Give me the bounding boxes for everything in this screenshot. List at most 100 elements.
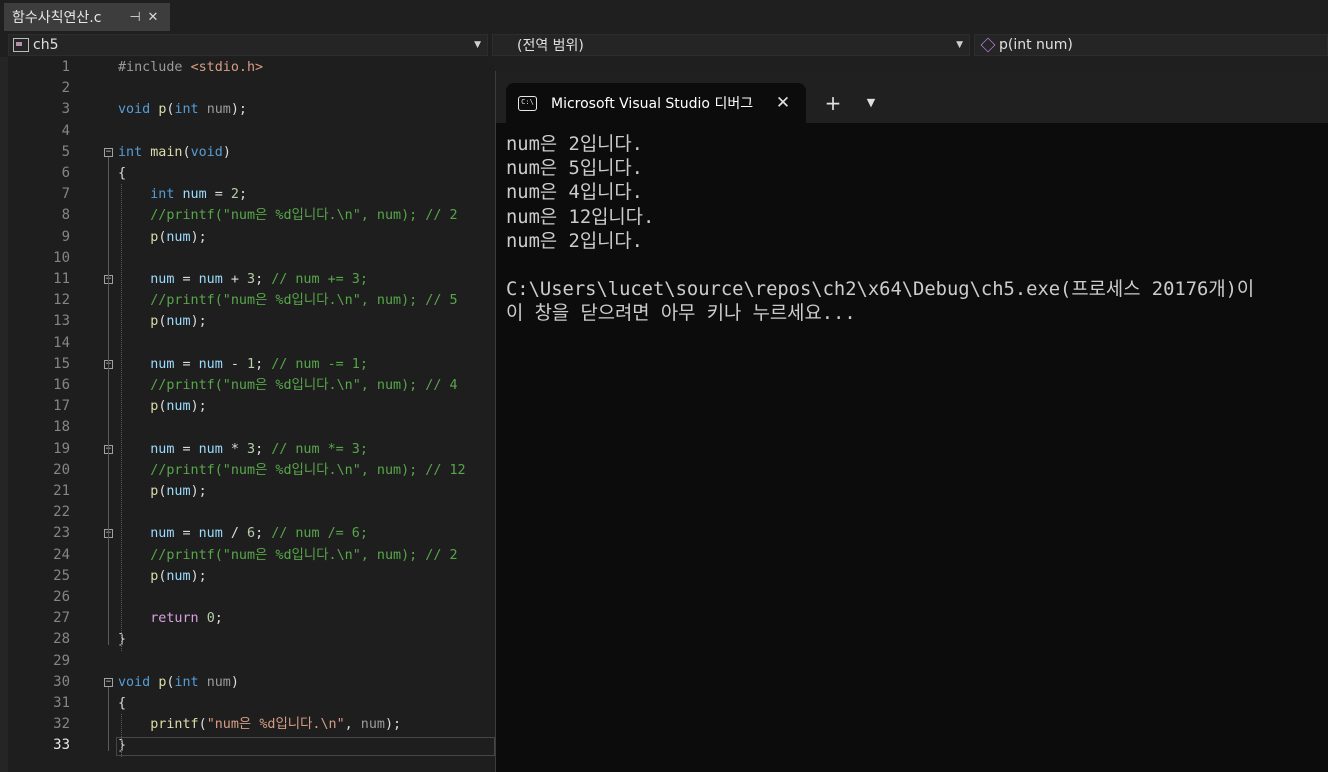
code-text: //printf("num은 %d입니다.\n", num); // 5 [118, 290, 457, 311]
member-dropdown[interactable]: p(int num) [974, 34, 1328, 56]
code-line[interactable]: 12 //printf("num은 %d입니다.\n", num); // 5 [8, 290, 495, 311]
code-token: , [344, 717, 361, 733]
code-line[interactable]: 13 p(num); [8, 311, 495, 332]
console-tab-title: Microsoft Visual Studio 디버그 [551, 96, 754, 112]
code-token: num [150, 441, 175, 457]
console-window[interactable]: C:\ Microsoft Visual Studio 디버그 ✕ + ▼ nu… [495, 71, 1328, 772]
code-token: void [118, 674, 159, 690]
code-line[interactable]: 26 [8, 587, 495, 608]
project-dropdown[interactable]: ch5 ▼ [8, 34, 488, 56]
code-token: <stdio.h> [190, 60, 264, 75]
code-line[interactable]: 21 p(num); [8, 481, 495, 502]
code-token: main [150, 144, 183, 160]
code-token: ; [214, 611, 223, 627]
pin-icon[interactable]: ⊣ [126, 10, 144, 25]
fold-rail [108, 687, 109, 751]
cube-icon [980, 37, 996, 53]
code-line[interactable]: 29 [8, 651, 495, 672]
close-icon[interactable]: ✕ [770, 93, 796, 113]
line-number: 18 [53, 419, 70, 436]
console-output-line: num은 4입니다. [506, 182, 643, 204]
document-tab[interactable]: 함수사칙연산.c ⊣ ✕ [4, 3, 170, 31]
line-number: 16 [53, 377, 70, 393]
code-token: ); [384, 717, 402, 733]
code-line[interactable]: 14 [8, 333, 495, 354]
code-line[interactable]: 11− num = num + 3; // num += 3; [8, 269, 495, 290]
code-line[interactable]: 25 p(num); [8, 566, 495, 587]
code-line[interactable]: 2 [8, 78, 495, 99]
line-number: 20 [53, 461, 70, 478]
code-line[interactable]: 16 //printf("num은 %d입니다.\n", num); // 4 [8, 375, 495, 396]
code-token: ); [190, 484, 207, 499]
code-line[interactable]: 30 − void p(int num) [8, 672, 495, 693]
code-line[interactable]: 15− num = num - 1; // num -= 1; [8, 354, 495, 375]
code-token: = [174, 441, 199, 457]
code-text: printf("num은 %d입니다.\n", num); [118, 714, 401, 735]
code-token: 3 [247, 441, 256, 457]
line-number: 11 [53, 271, 70, 287]
console-tab[interactable]: C:\ Microsoft Visual Studio 디버그 ✕ [506, 83, 806, 123]
code-line[interactable]: 27 return 0; [8, 608, 495, 629]
code-token: { [118, 696, 127, 711]
code-line[interactable]: 23− num = num / 6; // num /= 6; [8, 523, 495, 544]
member-name: p(int num) [999, 37, 1073, 53]
line-number: 26 [53, 589, 70, 605]
collapse-icon[interactable]: − [104, 147, 113, 157]
code-text: #include <stdio.h> [118, 57, 263, 78]
line-number: 15 [53, 355, 70, 372]
code-text: //printf("num은 %d입니다.\n", num); // 2 [118, 545, 457, 566]
scope-name: (전역 범위) [517, 38, 584, 54]
console-output-line: num은 12입니다. [506, 206, 655, 228]
code-line[interactable]: 1 #include <stdio.h> [8, 57, 495, 78]
code-line[interactable]: 19− num = num * 3; // num *= 3; [8, 439, 495, 460]
code-line[interactable]: 3 void p(int num); [8, 99, 495, 120]
code-line[interactable]: 6{ [8, 163, 495, 184]
code-token: num [198, 356, 223, 372]
code-token: num [166, 484, 191, 499]
line-number: 23 [53, 525, 70, 542]
code-line[interactable]: 9 p(num); [8, 227, 495, 248]
current-line-highlight [116, 737, 495, 756]
code-line[interactable]: 31 { [8, 693, 495, 714]
code-line[interactable]: 8 //printf("num은 %d입니다.\n", num); // 2 [8, 205, 495, 226]
close-icon[interactable]: ✕ [144, 10, 162, 25]
code-token: num [182, 187, 207, 203]
code-text: //printf("num은 %d입니다.\n", num); // 2 [118, 205, 457, 226]
code-token: // num *= 3; [271, 441, 368, 457]
code-text: //printf("num은 %d입니다.\n", num); // 4 [118, 375, 457, 396]
code-text: p(num); [118, 566, 206, 587]
code-token: int [118, 144, 151, 160]
scope-dropdown[interactable]: (전역 범위) ▼ [492, 34, 970, 56]
line-number: 4 [61, 122, 70, 139]
line-number: 29 [53, 652, 70, 669]
plus-icon[interactable]: + [821, 91, 845, 115]
code-token: #include [118, 60, 191, 75]
code-line[interactable]: 5 − int main(void) [8, 142, 495, 163]
code-token: * [222, 441, 247, 457]
code-line[interactable]: 24 //printf("num은 %d입니다.\n", num); // 2 [8, 545, 495, 566]
chevron-down-icon[interactable]: ▼ [859, 91, 883, 115]
line-number: 21 [53, 483, 70, 499]
code-token: ; [255, 526, 272, 542]
line-number: 14 [53, 334, 70, 351]
code-line[interactable]: 22 [8, 502, 495, 523]
code-line[interactable]: 32 printf("num은 %d입니다.\n", num); [8, 714, 495, 735]
code-token: num [166, 568, 191, 584]
code-line[interactable]: 10 [8, 248, 495, 269]
code-token: ); [190, 399, 207, 415]
code-line[interactable]: 18 [8, 417, 495, 438]
collapse-icon[interactable]: − [104, 677, 113, 687]
code-line[interactable]: 7 int num = 2; [8, 184, 495, 205]
code-token: num [150, 526, 175, 542]
code-line[interactable]: 17 p(num); [8, 396, 495, 417]
code-editor[interactable]: 1 #include <stdio.h> 2 3 void p(int num); 4 5−… [8, 57, 495, 772]
code-line[interactable]: 20 //printf("num은 %d입니다.\n", num); // 12 [8, 460, 495, 481]
code-text: p(num); [118, 481, 207, 502]
code-line[interactable]: 28} [8, 629, 495, 650]
code-line[interactable]: 4 [8, 121, 495, 142]
code-text: //printf("num은 %d입니다.\n", num); // 12 [118, 460, 465, 481]
